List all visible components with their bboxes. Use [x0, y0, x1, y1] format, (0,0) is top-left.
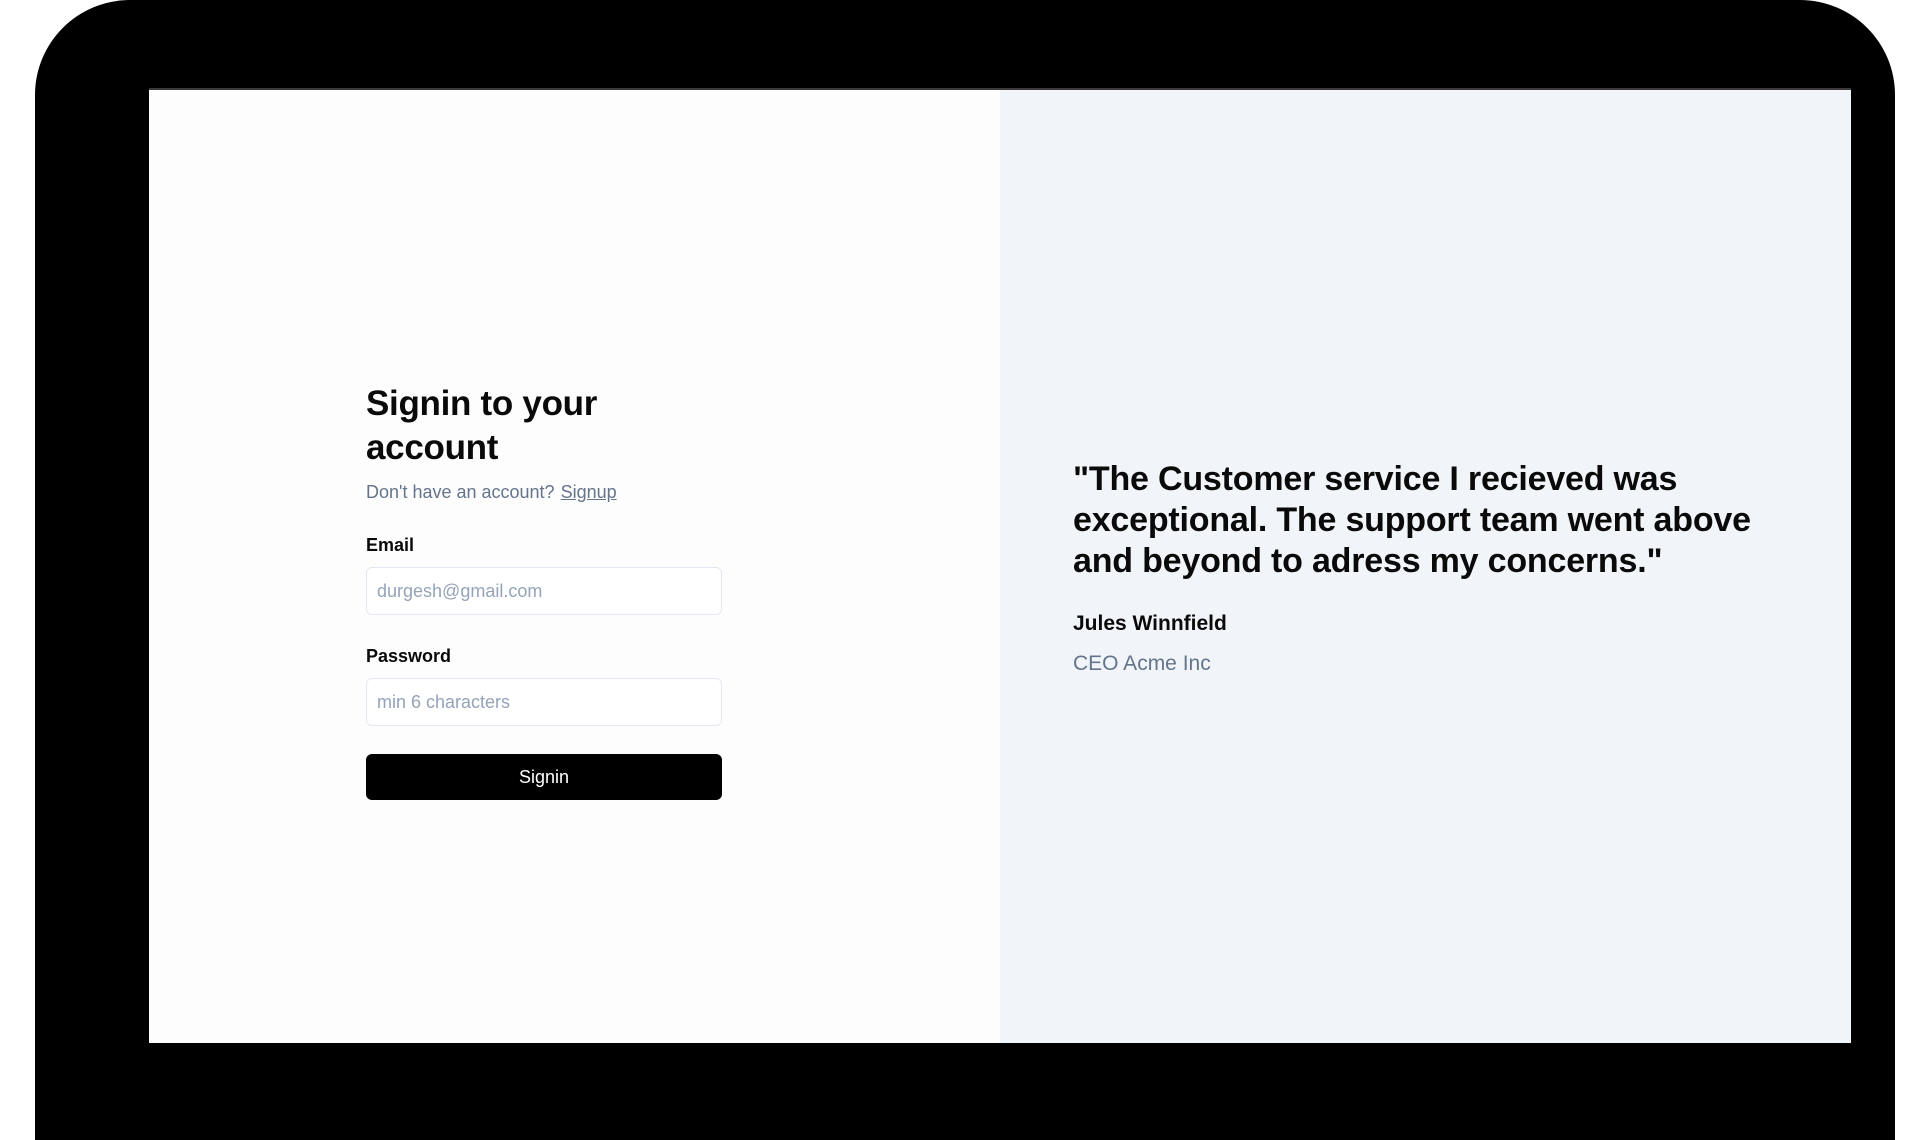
- email-input[interactable]: [366, 567, 722, 615]
- signup-prompt: Don't have an account? Signup: [366, 480, 722, 504]
- testimonial: "The Customer service I recieved was exc…: [1073, 459, 1813, 678]
- testimonial-author-role: CEO Acme Inc: [1073, 652, 1211, 675]
- signup-link[interactable]: Signup: [561, 482, 617, 502]
- app-screen: Signin to your account Don't have an acc…: [149, 88, 1851, 1043]
- device-frame: Signin to your account Don't have an acc…: [35, 0, 1895, 1140]
- no-account-text: Don't have an account?: [366, 482, 555, 502]
- testimonial-author-name: Jules Winnfield: [1073, 612, 1227, 635]
- testimonial-quote: "The Customer service I recieved was exc…: [1073, 460, 1751, 580]
- email-label: Email: [366, 535, 415, 555]
- signin-button[interactable]: Signin: [366, 754, 722, 800]
- signin-pane: Signin to your account Don't have an acc…: [149, 90, 1000, 1043]
- password-input[interactable]: [366, 678, 722, 726]
- page-title: Signin to your account: [366, 384, 598, 467]
- testimonial-pane: "The Customer service I recieved was exc…: [1000, 90, 1851, 1043]
- signin-form: Signin to your account Don't have an acc…: [366, 382, 722, 800]
- password-label: Password: [366, 646, 452, 666]
